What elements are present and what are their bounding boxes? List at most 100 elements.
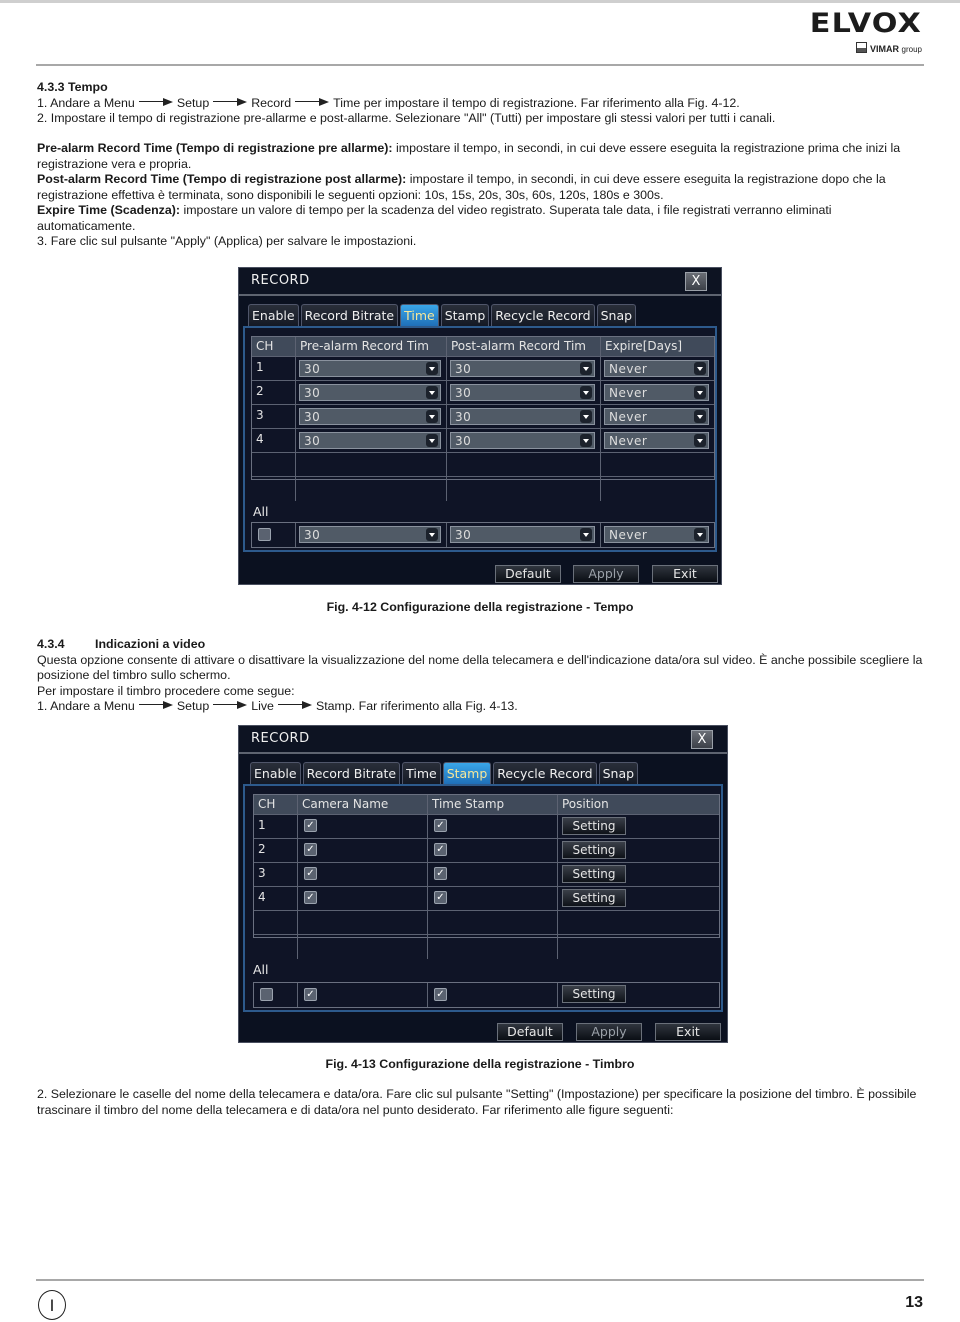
expire-select[interactable]: Never bbox=[604, 432, 709, 449]
pre-alarm-select[interactable]: 30 bbox=[299, 384, 441, 401]
arrow-icon bbox=[213, 701, 248, 709]
pre-alarm-select[interactable]: 30 bbox=[299, 408, 441, 425]
section-433-definitions: Pre-alarm Record Time (Tempo di registra… bbox=[37, 141, 925, 250]
expire-select[interactable]: Never bbox=[604, 408, 709, 425]
expire-select[interactable]: Never bbox=[604, 384, 709, 401]
brand-logo: ELVOX VIMAR group bbox=[810, 10, 922, 55]
section-434-step-2: 2. Selezionare le caselle del nome della… bbox=[37, 1087, 925, 1118]
step-1: 1. Andare a Menu Setup Record Time per impo… bbox=[37, 95, 740, 110]
arrow-icon bbox=[138, 701, 173, 709]
section-intro: Questa opzione consente di attivare o di… bbox=[37, 652, 923, 683]
apply-button[interactable]: Apply bbox=[576, 1023, 642, 1041]
section-433: 4.3.3 Tempo 1. Andare a Menu Setup Record T… bbox=[37, 80, 925, 127]
tab-snap[interactable]: Snap bbox=[596, 304, 637, 326]
tab-stamp[interactable]: Stamp bbox=[440, 304, 490, 326]
footer-divider bbox=[36, 1279, 924, 1281]
chevron-down-icon bbox=[580, 386, 592, 399]
channel-number: 3 bbox=[258, 866, 266, 880]
tab-record-bitrate[interactable]: Record Bitrate bbox=[300, 304, 399, 326]
post-alarm-select[interactable]: 30 bbox=[450, 360, 595, 377]
chevron-down-icon bbox=[580, 434, 592, 447]
tab-time[interactable]: Time bbox=[402, 762, 441, 784]
time-stamp-checkbox[interactable]: ✓ bbox=[434, 819, 447, 832]
time-stamp-checkbox[interactable]: ✓ bbox=[434, 843, 447, 856]
checkmark-icon: ✓ bbox=[436, 989, 445, 1000]
table-header: CH Pre-alarm Record Tim Post-alarm Recor… bbox=[252, 337, 714, 357]
all-post-alarm-select[interactable]: 30 bbox=[450, 526, 595, 543]
all-pre-alarm-select[interactable]: 30 bbox=[299, 526, 441, 543]
setting-button[interactable]: Setting bbox=[562, 841, 626, 859]
all-setting-button[interactable]: Setting bbox=[562, 985, 626, 1003]
all-camera-name-checkbox[interactable]: ✓ bbox=[304, 988, 317, 1001]
chevron-down-icon bbox=[694, 528, 706, 541]
empty-row bbox=[252, 477, 714, 501]
close-button[interactable]: X bbox=[685, 272, 707, 291]
table-row: 2 ✓ ✓ Setting bbox=[254, 839, 719, 863]
language-badge: I bbox=[38, 1290, 66, 1320]
column-header: Expire[Days] bbox=[605, 339, 682, 353]
setting-button[interactable]: Setting bbox=[562, 889, 626, 907]
channel-number: 4 bbox=[258, 890, 266, 904]
channel-number: 1 bbox=[258, 818, 266, 832]
step-1: 1. Andare a Menu Setup Live Stamp. Far rife… bbox=[37, 699, 518, 713]
all-time-stamp-checkbox[interactable]: ✓ bbox=[434, 988, 447, 1001]
tab-snap[interactable]: Snap bbox=[598, 762, 639, 784]
figure-caption: Fig. 4-13 Configurazione della registraz… bbox=[325, 1057, 635, 1071]
apply-button[interactable]: Apply bbox=[573, 565, 639, 583]
channel-table: CH Pre-alarm Record Tim Post-alarm Recor… bbox=[251, 336, 715, 501]
time-stamp-checkbox[interactable]: ✓ bbox=[434, 867, 447, 880]
table-row: 4 ✓ ✓ Setting bbox=[254, 887, 719, 911]
close-button[interactable]: X bbox=[691, 730, 713, 749]
checkmark-icon: ✓ bbox=[306, 892, 315, 903]
camera-name-checkbox[interactable]: ✓ bbox=[304, 891, 317, 904]
all-checkbox[interactable] bbox=[258, 528, 271, 541]
tab-recycle-record[interactable]: Recycle Record bbox=[493, 762, 597, 784]
brand-name: ELVOX bbox=[809, 8, 922, 39]
default-button[interactable]: Default bbox=[495, 565, 561, 583]
tab-time[interactable]: Time bbox=[400, 304, 439, 326]
arrow-icon bbox=[277, 701, 312, 709]
camera-name-checkbox[interactable]: ✓ bbox=[304, 867, 317, 880]
chevron-down-icon bbox=[580, 410, 592, 423]
exit-button[interactable]: Exit bbox=[655, 1023, 721, 1041]
chevron-down-icon bbox=[426, 386, 438, 399]
post-alarm-select[interactable]: 30 bbox=[450, 432, 595, 449]
post-alarm-select[interactable]: 30 bbox=[450, 384, 595, 401]
tab-enable[interactable]: Enable bbox=[248, 304, 299, 326]
empty-row bbox=[254, 935, 719, 959]
pre-alarm-select[interactable]: 30 bbox=[299, 360, 441, 377]
top-border bbox=[0, 0, 960, 3]
figure-caption: Fig. 4-12 Configurazione della registraz… bbox=[326, 600, 634, 614]
table-row: 1 30 30 Never bbox=[252, 357, 714, 381]
channel-number: 3 bbox=[256, 408, 264, 422]
setting-button[interactable]: Setting bbox=[562, 817, 626, 835]
tab-record-bitrate[interactable]: Record Bitrate bbox=[302, 762, 401, 784]
arrow-icon bbox=[138, 97, 173, 106]
tab-enable[interactable]: Enable bbox=[250, 762, 301, 784]
channel-number: 4 bbox=[256, 432, 264, 446]
dialog-title: RECORD bbox=[251, 731, 310, 746]
all-expire-select[interactable]: Never bbox=[604, 526, 709, 543]
all-checkbox[interactable] bbox=[260, 988, 273, 1001]
checkmark-icon: ✓ bbox=[306, 844, 315, 855]
expire-select[interactable]: Never bbox=[604, 360, 709, 377]
camera-name-checkbox[interactable]: ✓ bbox=[304, 843, 317, 856]
tab-recycle-record[interactable]: Recycle Record bbox=[491, 304, 595, 326]
setting-button[interactable]: Setting bbox=[562, 865, 626, 883]
post-alarm-select[interactable]: 30 bbox=[450, 408, 595, 425]
column-header: Time Stamp bbox=[428, 795, 558, 814]
chevron-down-icon bbox=[694, 410, 706, 423]
record-stamp-dialog: RECORD X Enable Record Bitrate Time Stam… bbox=[238, 725, 728, 1043]
pre-alarm-select[interactable]: 30 bbox=[299, 432, 441, 449]
camera-name-checkbox[interactable]: ✓ bbox=[304, 819, 317, 832]
chevron-down-icon bbox=[694, 434, 706, 447]
exit-button[interactable]: Exit bbox=[652, 565, 718, 583]
arrow-icon bbox=[295, 97, 330, 106]
time-stamp-checkbox[interactable]: ✓ bbox=[434, 891, 447, 904]
tab-stamp[interactable]: Stamp bbox=[442, 762, 492, 784]
default-button[interactable]: Default bbox=[497, 1023, 563, 1041]
chevron-down-icon bbox=[426, 434, 438, 447]
tab-bar: Enable Record Bitrate Time Stamp Recycle… bbox=[250, 762, 639, 784]
chevron-down-icon bbox=[426, 528, 438, 541]
checkmark-icon: ✓ bbox=[436, 844, 445, 855]
